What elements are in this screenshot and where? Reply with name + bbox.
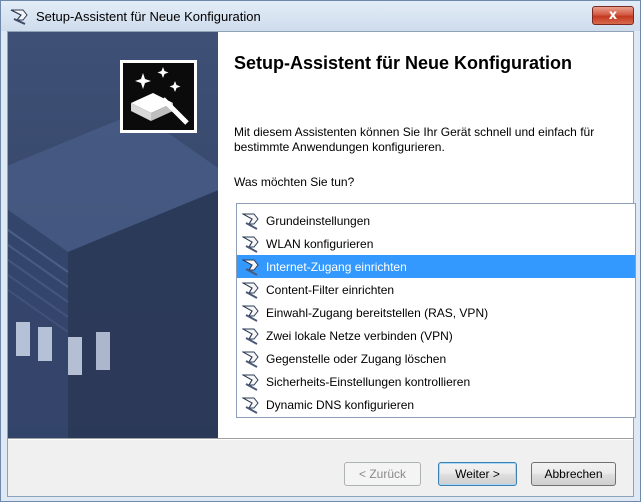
wizard-wand-icon <box>10 9 28 25</box>
list-item[interactable]: Sicherheits-Einstellungen kontrollieren <box>237 370 635 393</box>
list-item-label: Content-Filter einrichten <box>266 282 395 297</box>
list-item[interactable]: Zwei lokale Netze verbinden (VPN) <box>237 324 635 347</box>
list-item[interactable]: Grundeinstellungen <box>237 209 635 232</box>
list-item[interactable]: WLAN konfigurieren <box>237 232 635 255</box>
wizard-logo <box>120 60 197 133</box>
magic-router-icon <box>131 67 189 125</box>
page-title: Setup-Assistent für Neue Konfiguration <box>234 53 573 73</box>
list-item-label: Gegenstelle oder Zugang löschen <box>266 351 447 366</box>
list-item[interactable]: Dynamic DNS konfigurieren <box>237 393 635 416</box>
list-item[interactable]: Internet-Zugang einrichten <box>237 255 635 278</box>
button-separator <box>8 438 633 440</box>
wizard-wand-icon <box>241 235 262 253</box>
wizard-window: Setup-Assistent für Neue Konfiguration x <box>0 0 641 502</box>
close-button[interactable]: x <box>592 6 634 25</box>
list-item-label: Sicherheits-Einstellungen kontrollieren <box>266 374 471 389</box>
dialog-client-area: Setup-Assistent für Neue Konfiguration M… <box>7 31 636 497</box>
close-icon: x <box>608 8 618 23</box>
wizard-wand-icon <box>241 212 262 230</box>
list-item[interactable]: Einwahl-Zugang bereitstellen (RAS, VPN) <box>237 301 635 324</box>
window-title: Setup-Assistent für Neue Konfiguration <box>36 8 261 24</box>
wizard-wand-icon <box>241 304 262 322</box>
wizard-wand-icon <box>241 258 262 276</box>
list-item-label: WLAN konfigurieren <box>266 236 374 251</box>
question-label: Was möchten Sie tun? <box>234 175 355 189</box>
list-item-label: Einwahl-Zugang bereitstellen (RAS, VPN) <box>266 305 489 320</box>
list-item-label: Dynamic DNS konfigurieren <box>266 397 415 412</box>
cancel-button[interactable]: Abbrechen <box>531 462 616 486</box>
list-item[interactable]: Content-Filter einrichten <box>237 278 635 301</box>
list-item[interactable]: Gegenstelle oder Zugang löschen <box>237 347 635 370</box>
options-listbox[interactable]: Grundeinstellungen WLAN konfigurieren Inte… <box>236 203 636 418</box>
wizard-wand-icon <box>241 396 262 414</box>
back-button[interactable]: < Zurück <box>344 462 421 486</box>
wizard-content: Setup-Assistent für Neue Konfiguration M… <box>218 32 636 438</box>
next-button[interactable]: Weiter > <box>438 462 517 486</box>
wizard-wand-icon <box>241 350 262 368</box>
wizard-description: Mit diesem Assistenten können Sie Ihr Ge… <box>234 125 595 154</box>
list-item-label: Grundeinstellungen <box>266 213 371 228</box>
list-item-label: Internet-Zugang einrichten <box>266 259 407 274</box>
wizard-wand-icon <box>241 373 262 391</box>
wizard-wand-icon <box>241 281 262 299</box>
title-bar[interactable]: Setup-Assistent für Neue Konfiguration x <box>1 1 640 31</box>
wizard-wand-icon <box>241 327 262 345</box>
list-item-label: Zwei lokale Netze verbinden (VPN) <box>266 328 453 343</box>
side-banner <box>8 32 218 438</box>
